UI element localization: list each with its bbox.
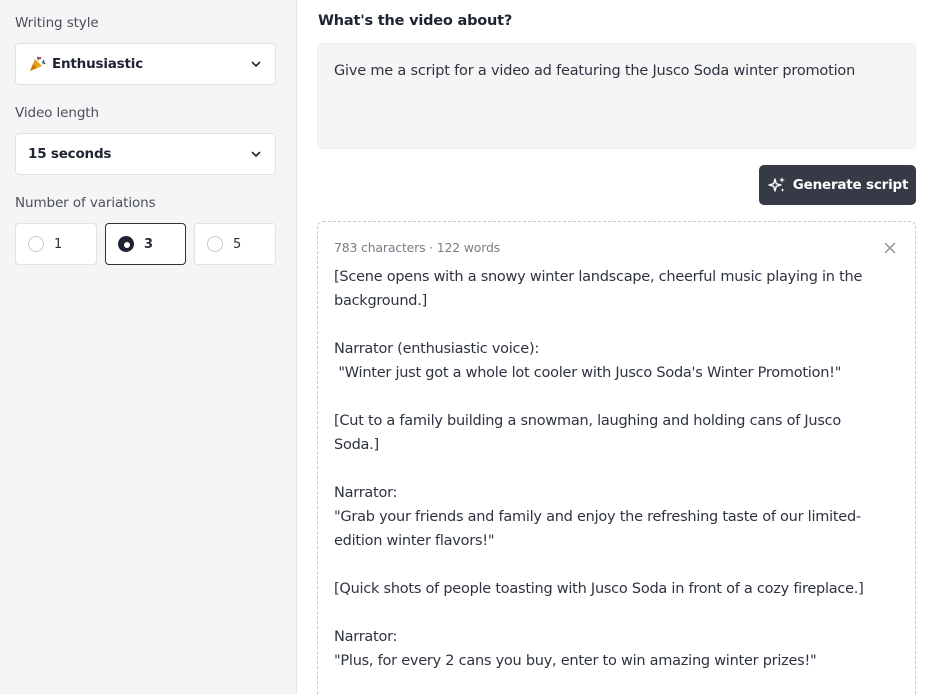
writing-style-select[interactable]: Enthusiastic <box>15 43 276 85</box>
script-line: [Cut to a family building a snowman, lau… <box>334 413 842 429</box>
chevron-down-icon <box>249 147 263 161</box>
script-line: "Grab your friends and family and enjoy … <box>334 509 861 525</box>
script-line: Narrator: <box>334 485 398 501</box>
close-icon[interactable] <box>883 240 897 254</box>
script-line: background.] <box>334 293 428 309</box>
script-line <box>334 457 899 481</box>
variation-option-label: 3 <box>144 236 154 252</box>
variation-option-label: 1 <box>54 236 63 252</box>
script-line: "Plus, for every 2 cans you buy, enter t… <box>334 653 817 669</box>
script-line <box>334 385 899 409</box>
variation-option-5[interactable]: 5 <box>194 223 276 265</box>
script-line <box>334 601 899 625</box>
party-popper-icon <box>28 55 48 73</box>
prompt-title: What's the video about? <box>318 13 513 29</box>
video-length-label: Video length <box>15 105 99 121</box>
radio-unselected-icon <box>28 236 44 252</box>
settings-sidebar: Writing style Enthusiastic Video length … <box>0 0 297 694</box>
prompt-textarea[interactable]: Give me a script for a video ad featurin… <box>317 43 916 149</box>
script-line: "Winter just got a whole lot cooler with… <box>334 365 842 381</box>
script-text: [Scene opens with a snowy winter landsca… <box>334 265 899 673</box>
video-length-value: 15 seconds <box>28 146 112 162</box>
variations-label: Number of variations <box>15 195 156 211</box>
variation-option-label: 5 <box>233 236 242 252</box>
chevron-down-icon <box>249 57 263 71</box>
writing-style-label: Writing style <box>15 15 99 31</box>
variation-option-1[interactable]: 1 <box>15 223 97 265</box>
generate-script-button[interactable]: Generate script <box>759 165 916 205</box>
writing-style-value: Enthusiastic <box>52 56 143 72</box>
radio-unselected-icon <box>207 236 223 252</box>
script-line <box>334 553 899 577</box>
script-line: [Scene opens with a snowy winter landsca… <box>334 269 863 285</box>
sparkle-icon <box>767 175 787 195</box>
script-line: Soda.] <box>334 437 379 453</box>
script-line <box>334 313 899 337</box>
video-length-select[interactable]: 15 seconds <box>15 133 276 175</box>
script-line: edition winter flavors!" <box>334 533 495 549</box>
variation-option-3[interactable]: 3 <box>105 223 186 265</box>
script-line: Narrator (enthusiastic voice): <box>334 341 539 357</box>
script-result-panel: 783 characters · 122 words [Scene opens … <box>317 221 916 694</box>
generate-script-label: Generate script <box>792 177 909 193</box>
script-line: [Quick shots of people toasting with Jus… <box>334 581 864 597</box>
character-word-count: 783 characters · 122 words <box>334 240 500 255</box>
script-line: Narrator: <box>334 629 398 645</box>
radio-selected-icon <box>118 236 134 252</box>
